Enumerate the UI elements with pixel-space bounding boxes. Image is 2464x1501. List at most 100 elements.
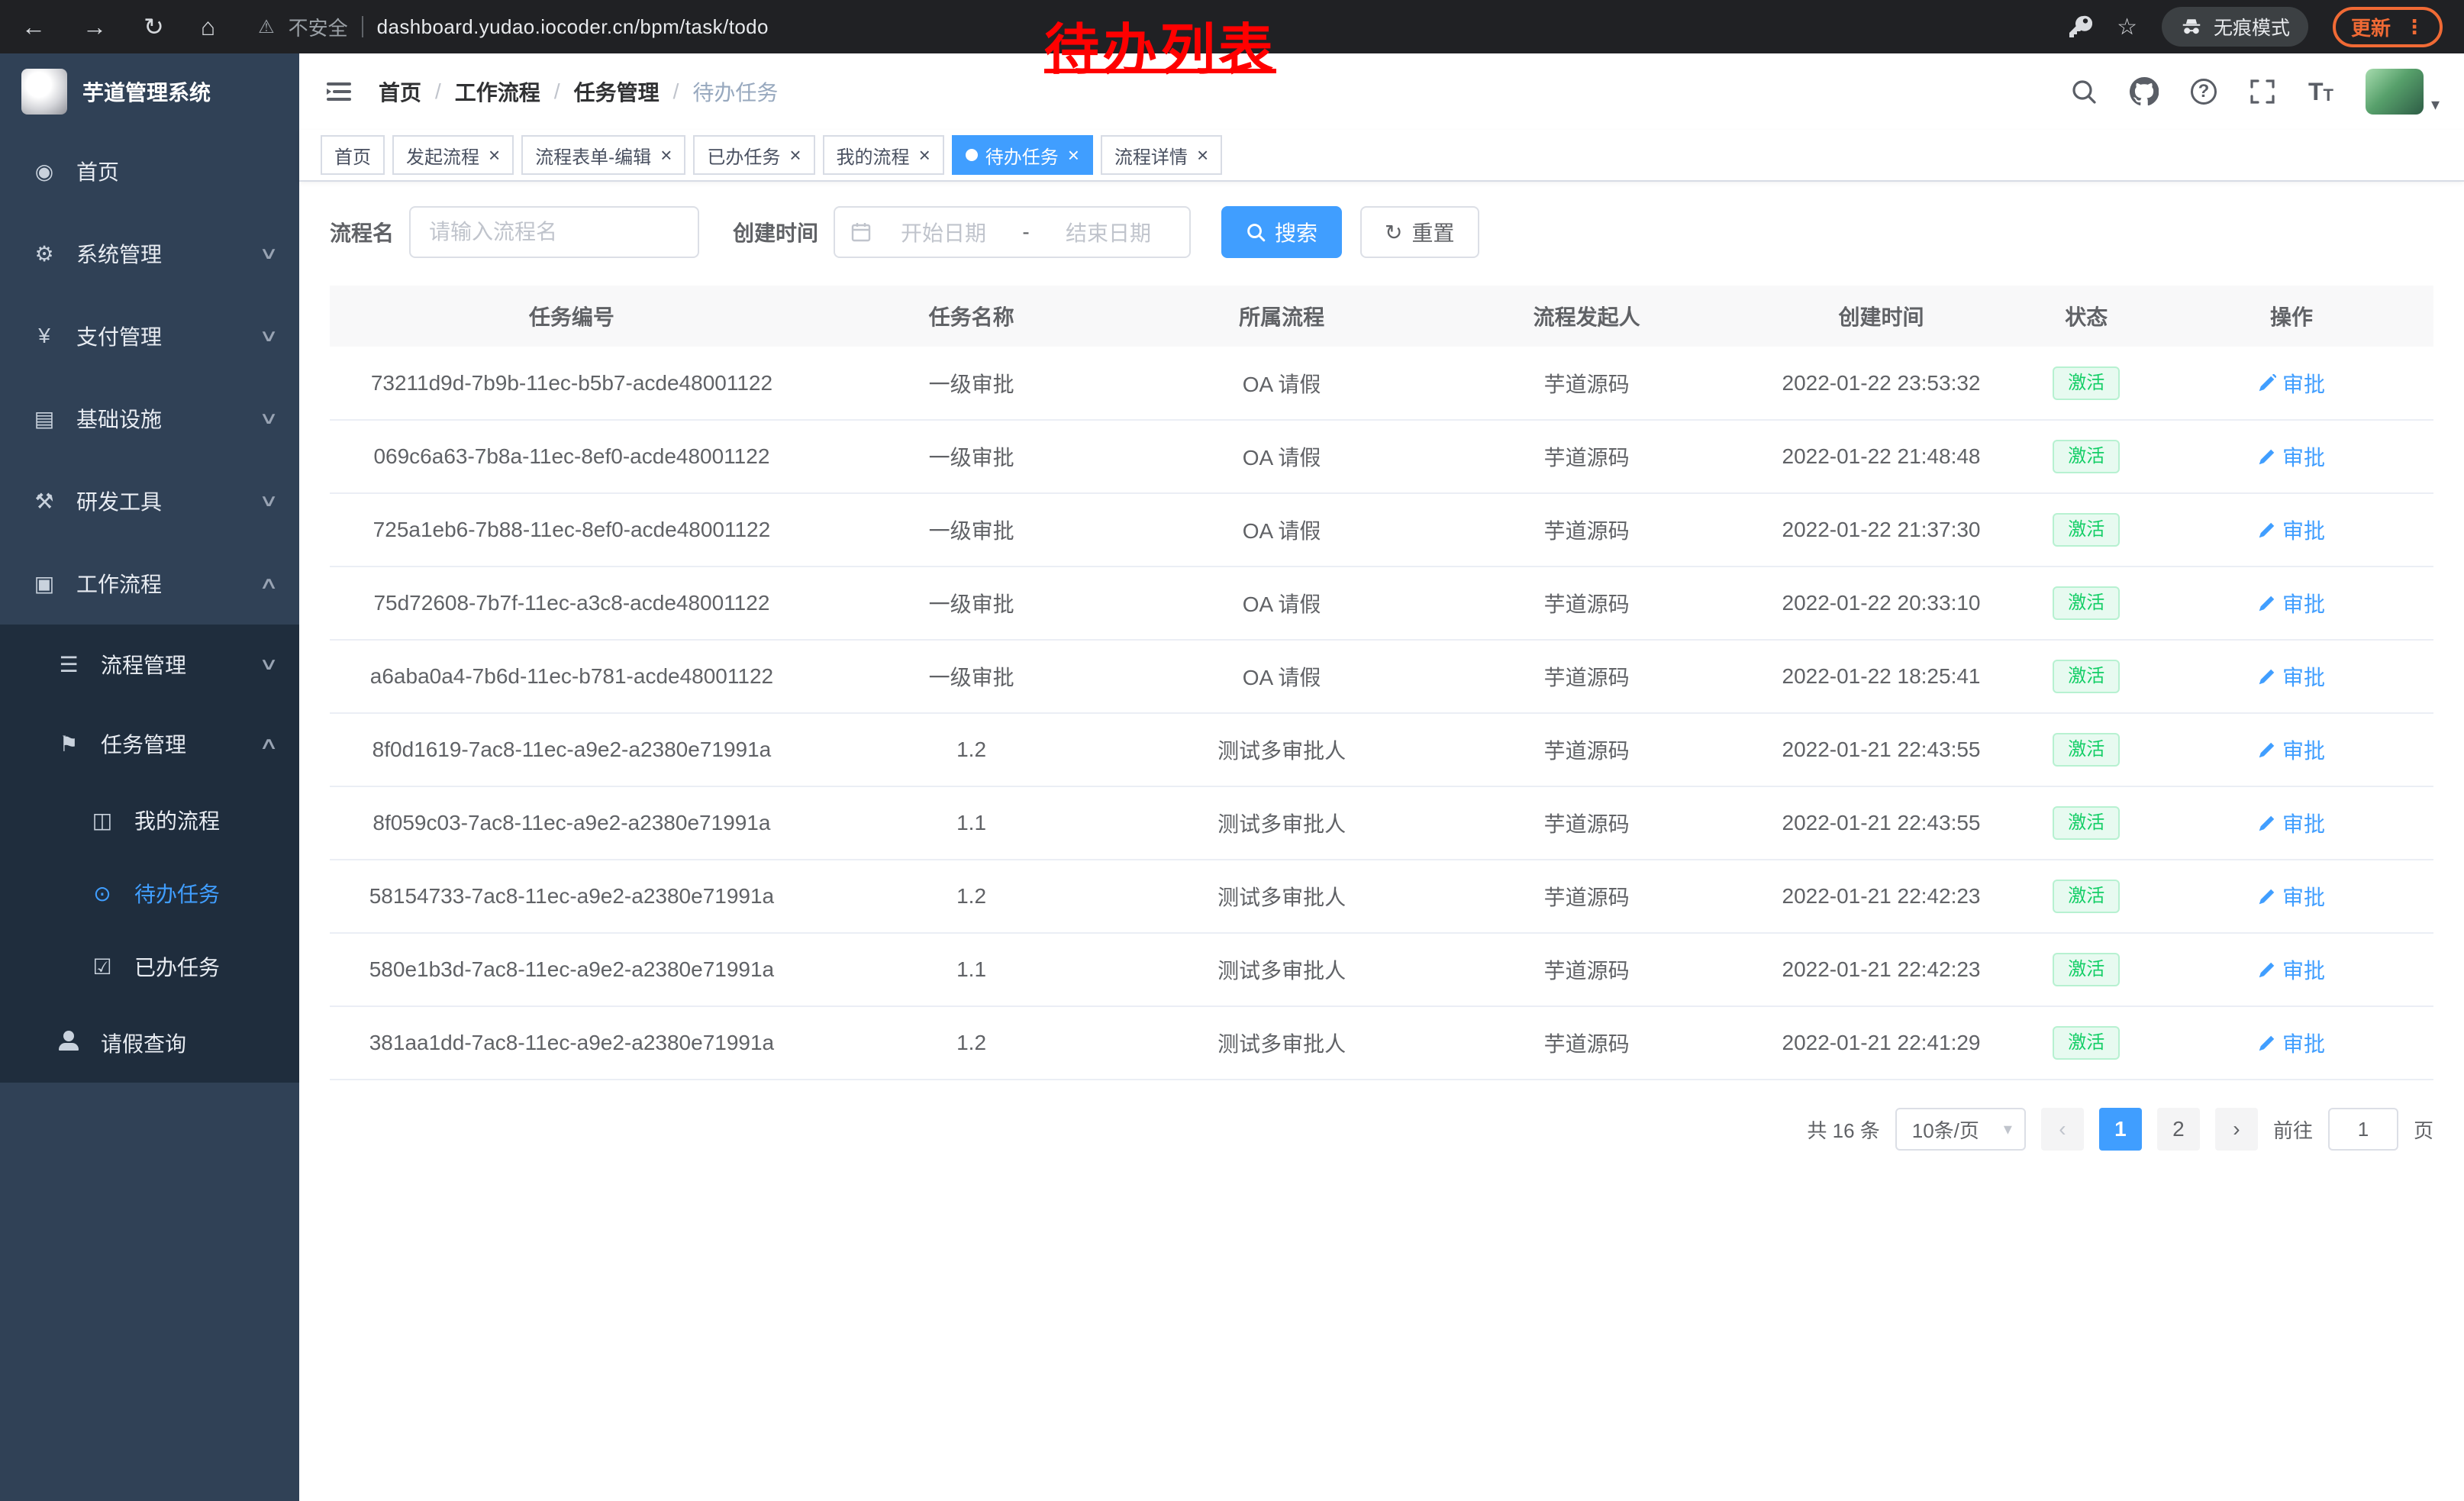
close-icon[interactable]: × [919,145,930,165]
dashboard-icon: ◉ [31,159,58,184]
hamburger-icon[interactable] [324,76,354,107]
goto-page-input[interactable] [2328,1108,2398,1151]
close-icon[interactable]: × [789,145,801,165]
end-date-input[interactable]: 结束日期 [1043,217,1174,247]
tab-home[interactable]: 首页 [321,135,385,175]
process-name-input[interactable] [409,206,699,258]
gear-icon: ⚙ [31,241,58,266]
status-badge: 激活 [2053,440,2120,473]
prev-page-button[interactable]: ‹ [2041,1108,2084,1151]
approve-link[interactable]: 审批 [2258,515,2325,545]
search-button[interactable]: 搜索 [1221,206,1342,258]
main-row: 芋道管理系统 ◉ 首页 ⚙ 系统管理 ∨ ¥ 支付管理 ∨ ▤ [0,53,2464,1501]
status-badge: 激活 [2053,586,2120,620]
user-menu[interactable]: ▾ [2366,69,2440,115]
avatar [2366,69,2424,115]
sidebar-item-workflow[interactable]: ▣ 工作流程 ∧ [0,542,299,625]
tab-process-form-edit[interactable]: 流程表单-编辑 × [521,135,685,175]
approve-link[interactable]: 审批 [2258,368,2325,399]
approve-link[interactable]: 审批 [2258,808,2325,838]
approve-link[interactable]: 审批 [2258,661,2325,692]
goto-label: 前往 [2273,1115,2313,1144]
home-icon[interactable]: ⌂ [201,15,215,39]
table-row: 381aa1dd-7ac8-11ec-a9e2-a2380e71991a 1.2… [330,1006,2433,1080]
sidebar-item-infrastructure[interactable]: ▤ 基础设施 ∨ [0,377,299,460]
pagination: 共 16 条 10条/页 ▾ ‹ 1 2 › 前往 页 [330,1108,2433,1151]
menu-dots-icon[interactable]: ⋮ [2404,15,2424,39]
sidebar-item-leave-query[interactable]: 请假查询 [0,1003,299,1083]
tab-todo-tasks[interactable]: 待办任务 × [952,135,1093,175]
close-icon[interactable]: × [489,145,500,165]
close-icon[interactable]: × [660,145,672,165]
page-body: 流程名 创建时间 开始日期 - 结束日期 搜索 [299,182,2464,1178]
flag-icon: ⚑ [55,731,82,757]
breadcrumb-current: 待办任务 [692,76,778,107]
page-2-button[interactable]: 2 [2157,1108,2200,1151]
approve-link[interactable]: 审批 [2258,881,2325,912]
table-row: 75d72608-7b7f-11ec-a3c8-acde48001122 一级审… [330,567,2433,640]
browser-actions: ☆ 无痕模式 更新 ⋮ [2068,7,2443,47]
update-button[interactable]: 更新 ⋮ [2333,7,2443,47]
reset-button[interactable]: ↻ 重置 [1360,206,1479,258]
page-size-select[interactable]: 10条/页 ▾ [1895,1108,2026,1151]
tab-done-tasks[interactable]: 已办任务 × [693,135,814,175]
incognito-badge[interactable]: 无痕模式 [2162,7,2308,47]
tab-start-process[interactable]: 发起流程 × [392,135,514,175]
approve-link[interactable]: 审批 [2258,588,2325,618]
sidebar-item-process-management[interactable]: ☰ 流程管理 ∨ [0,625,299,704]
next-page-button[interactable]: › [2215,1108,2258,1151]
sidebar-item-payment[interactable]: ¥ 支付管理 ∨ [0,295,299,377]
chevron-down-icon: ∨ [259,408,279,428]
table-row: a6aba0a4-7b6d-11ec-b781-acde48001122 一级审… [330,640,2433,713]
help-icon[interactable]: ? [2191,79,2217,105]
reload-icon[interactable]: ↻ [144,15,164,39]
start-date-input[interactable]: 开始日期 [878,217,1009,247]
sidebar-item-task-management[interactable]: ⚑ 任务管理 ∧ [0,704,299,783]
tab-process-detail[interactable]: 流程详情 × [1101,135,1222,175]
table-row: 8f059c03-7ac8-11ec-a9e2-a2380e71991a 1.1… [330,786,2433,860]
app-root: ← → ↻ ⌂ ⚠ 不安全 dashboard.yudao.iocoder.cn… [0,0,2464,1501]
navbar-actions: ? TT ▾ [2070,69,2440,115]
person-icon [55,1031,82,1056]
breadcrumb-task-management[interactable]: 任务管理 [574,76,660,107]
approve-link[interactable]: 审批 [2258,441,2325,472]
sidebar-item-done-tasks[interactable]: ☑ 已办任务 [0,930,299,1003]
approve-link[interactable]: 审批 [2258,734,2325,765]
refresh-icon: ↻ [1385,220,1402,245]
close-icon[interactable]: × [1068,145,1079,165]
breadcrumb-workflow[interactable]: 工作流程 [455,76,540,107]
search-icon[interactable] [2070,78,2098,105]
table-row: 8f0d1619-7ac8-11ec-a9e2-a2380e71991a 1.2… [330,713,2433,786]
forward-icon[interactable]: → [82,15,107,39]
approve-link[interactable]: 审批 [2258,954,2325,985]
edit-icon [2258,741,2276,759]
sidebar-item-my-process[interactable]: ◫ 我的流程 [0,783,299,857]
close-icon[interactable]: × [1197,145,1208,165]
sidebar-item-todo-tasks[interactable]: ⊙ 待办任务 [0,857,299,930]
date-range-picker[interactable]: 开始日期 - 结束日期 [834,206,1191,258]
approve-link[interactable]: 审批 [2258,1028,2325,1058]
key-icon[interactable] [2068,15,2092,39]
sidebar-item-devtools[interactable]: ⚒ 研发工具 ∨ [0,460,299,542]
fullscreen-icon[interactable] [2249,78,2276,105]
edit-icon [2258,814,2276,832]
chevron-down-icon: ∨ [259,326,279,346]
github-icon[interactable] [2130,77,2159,106]
address-bar[interactable]: ⚠ 不安全 dashboard.yudao.iocoder.cn/bpm/tas… [258,13,769,41]
filter-bar: 流程名 创建时间 开始日期 - 结束日期 搜索 [330,206,2433,258]
edit-icon [2258,887,2276,905]
todo-task-table: 任务编号 任务名称 所属流程 流程发起人 创建时间 状态 操作 73211d9d… [330,286,2433,1080]
header-action: 操作 [2150,286,2433,347]
sidebar-item-home[interactable]: ◉ 首页 [0,130,299,212]
chat-icon: ◫ [89,808,116,833]
back-icon[interactable]: ← [21,15,46,39]
breadcrumb-home[interactable]: 首页 [379,76,421,107]
page-1-button[interactable]: 1 [2099,1108,2142,1151]
text-size-icon[interactable]: TT [2308,79,2333,104]
check-icon: ☑ [89,954,116,980]
sidebar-item-system[interactable]: ⚙ 系统管理 ∨ [0,212,299,295]
tab-my-process[interactable]: 我的流程 × [823,135,944,175]
bookmark-star-icon[interactable]: ☆ [2117,14,2137,40]
url-text: dashboard.yudao.iocoder.cn/bpm/task/todo [377,15,769,39]
process-name-label: 流程名 [330,217,394,247]
